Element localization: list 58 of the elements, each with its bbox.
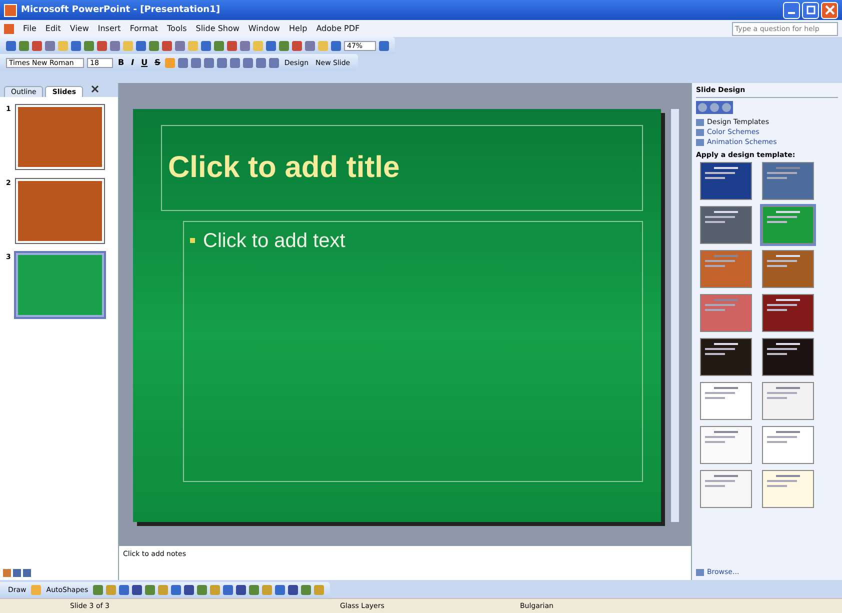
toolbar-icon[interactable] [269,58,280,68]
toolbar-icon[interactable] [145,585,156,595]
toolbar-icon[interactable] [217,58,228,68]
minimize-button[interactable] [783,2,800,18]
style-button[interactable]: B [116,58,126,67]
toolbar-icon[interactable] [275,585,286,595]
menu-item[interactable]: Insert [98,24,121,33]
help-icon[interactable] [378,40,389,50]
toolbar-icon[interactable] [204,58,214,68]
slide-body-text: Click to add text [203,230,346,253]
menu-item[interactable]: Adobe PDF [316,24,360,33]
menu-item[interactable]: Window [248,24,280,33]
menu-item[interactable]: Edit [45,24,61,33]
app-icon [4,4,17,16]
toolbar-icon[interactable] [178,58,188,68]
restore-button[interactable] [802,2,819,18]
toolbar-icon[interactable] [191,58,202,68]
toolbar-icon[interactable] [119,585,130,595]
slide-thumbnail[interactable] [16,253,104,317]
menu-item[interactable]: File [23,24,36,33]
menu-item[interactable]: Help [288,24,308,33]
close-icon [824,5,834,15]
minimize-icon [788,12,795,14]
browse-icon [696,568,704,576]
menu-item[interactable]: Slide Show [196,24,240,33]
window-title: Microsoft PowerPoint - [Presentation1] [21,5,220,15]
toolbar-icon[interactable] [243,58,254,68]
design-template[interactable] [762,294,814,332]
style-button[interactable]: S [152,58,162,67]
toolbar-icon[interactable] [132,585,142,595]
toolbar-icon[interactable] [230,58,240,68]
toolbar-icon[interactable] [93,585,104,595]
restore-icon [806,5,816,15]
toolbar-icon[interactable] [171,585,182,595]
style-button[interactable]: I [129,58,136,67]
toolbar-icon[interactable] [256,58,266,68]
toolbar-icon[interactable] [197,585,208,595]
title-placeholder[interactable]: Click to add title [161,125,643,211]
toolbar-icon[interactable] [184,585,194,595]
body-placeholder[interactable]: Click to add text [183,221,643,482]
slide-title: Click to add title [168,151,400,185]
close-button[interactable] [821,2,838,18]
design-template[interactable] [762,338,814,376]
toolbar-icon[interactable] [249,585,260,595]
design-template[interactable] [700,162,752,200]
close-icon[interactable] [91,85,100,95]
scroll-bar[interactable] [671,109,679,522]
style-button[interactable]: U [139,58,150,67]
document-icon [4,24,14,34]
menu-item[interactable]: Format [130,24,158,33]
toolbar-icon[interactable] [223,585,234,595]
menu-item[interactable]: View [70,24,89,33]
toolbar-icon[interactable] [236,585,246,595]
toolbar-icon[interactable] [301,585,312,595]
design-template[interactable] [700,338,752,376]
menu-item[interactable]: Tools [167,24,187,33]
bullet-icon [190,238,195,243]
toolbar-icon[interactable] [288,585,298,595]
